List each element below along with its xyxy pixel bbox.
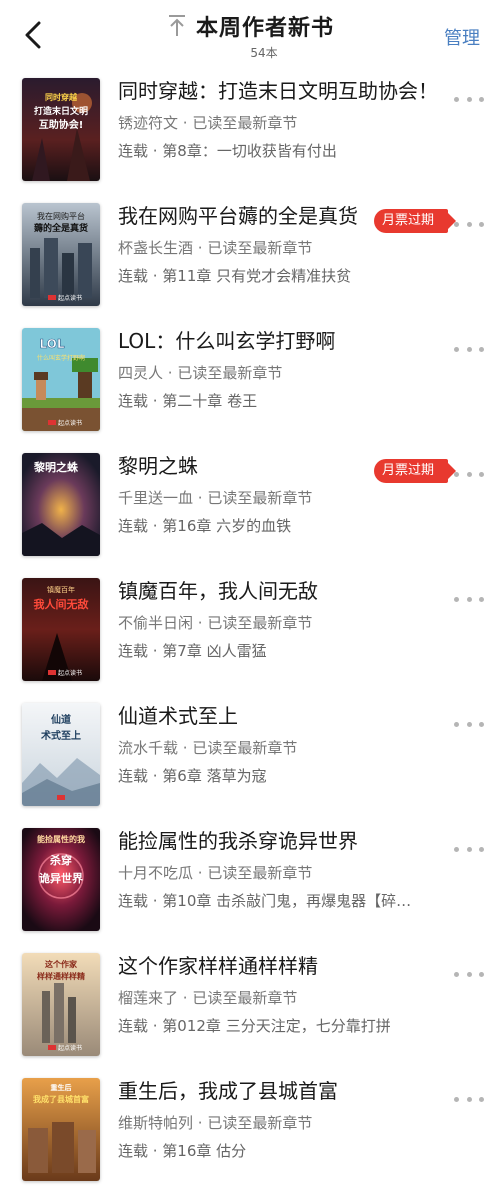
latest-chapter: 连载 · 第11章 只有党才会精准扶贫: [118, 267, 352, 285]
list-item[interactable]: 我在网购平台 薅的全是真货 起点读书 我在网购平台薅的全是真货 杯盏长生酒 · …: [0, 195, 500, 320]
svg-text:起点读书: 起点读书: [58, 669, 82, 677]
list-item[interactable]: 能捡属性的我 杀穿 诡异世界 能捡属性的我杀穿诡异世界 十月不吃瓜 · 已读至最…: [0, 820, 500, 945]
more-options-icon[interactable]: [454, 592, 484, 606]
book-cover[interactable]: LOL 什么叫玄学打野啊 起点读书: [22, 328, 100, 431]
book-author-progress: 杯盏长生酒 · 已读至最新章节: [118, 239, 313, 257]
book-list: 同时穿越 打造末日文明 互助协会! 同时穿越：打造末日文明互助协会！ 锈迹符文 …: [0, 70, 500, 1191]
svg-text:镇魔百年: 镇魔百年: [47, 585, 75, 594]
svg-text:能捡属性的我: 能捡属性的我: [37, 834, 85, 844]
page-title: 本周作者新书: [195, 16, 334, 41]
svg-text:我在网购平台: 我在网购平台: [37, 211, 85, 221]
book-author-progress: 不偷半日闲 · 已读至最新章节: [118, 614, 313, 632]
book-cover[interactable]: 黎明之蛛: [22, 453, 100, 556]
book-title[interactable]: 能捡属性的我杀穿诡异世界: [118, 826, 448, 856]
svg-text:杀穿: 杀穿: [50, 853, 72, 867]
svg-text:我成了县城首富: 我成了县城首富: [33, 1094, 89, 1104]
latest-chapter: 连载 · 第7章 凶人雷猛: [118, 642, 267, 660]
book-title[interactable]: 重生后，我成了县城首富: [118, 1076, 448, 1106]
more-options-icon[interactable]: [454, 467, 484, 481]
svg-text:样样通样样精: 样样通样样精: [37, 971, 85, 981]
book-author-progress: 维斯特帕列 · 已读至最新章节: [118, 1114, 313, 1132]
latest-chapter: 连载 · 第10章 击杀敲门鬼，再爆鬼器【碎…: [118, 892, 412, 910]
svg-text:诡异世界: 诡异世界: [39, 871, 83, 885]
more-options-icon[interactable]: [454, 967, 484, 981]
book-title[interactable]: LOL：什么叫玄学打野啊: [118, 326, 448, 356]
book-cover[interactable]: 重生后 我成了县城首富: [22, 1078, 100, 1181]
latest-chapter: 连载 · 第6章 落草为寇: [118, 767, 267, 785]
list-item[interactable]: 仙道 术式至上 仙道术式至上 流水千载 · 已读至最新章节 连载 · 第6章 落…: [0, 695, 500, 820]
svg-text:起点读书: 起点读书: [58, 1044, 82, 1052]
more-options-icon[interactable]: [454, 342, 484, 356]
svg-text:打造末日文明: 打造末日文明: [34, 105, 88, 117]
book-cover[interactable]: 镇魔百年 我人间无敌 起点读书: [22, 578, 100, 681]
book-title[interactable]: 黎明之蛛: [118, 451, 368, 481]
monthly-ticket-expired-badge: 月票过期: [373, 209, 457, 233]
header-bar: 本周作者新书 54本 管理: [0, 0, 500, 70]
svg-text:起点读书: 起点读书: [58, 419, 82, 427]
svg-text:仙道: 仙道: [51, 713, 71, 726]
svg-text:起点读书: 起点读书: [58, 294, 82, 302]
book-title[interactable]: 同时穿越：打造末日文明互助协会！: [118, 76, 448, 106]
monthly-ticket-expired-badge: 月票过期: [373, 459, 457, 483]
list-item[interactable]: 黎明之蛛 黎明之蛛 千里送一血 · 已读至最新章节 连载 · 第16章 六岁的血…: [0, 445, 500, 570]
svg-text:薅的全是真货: 薅的全是真货: [34, 222, 88, 234]
list-item[interactable]: 重生后 我成了县城首富 重生后，我成了县城首富 维斯特帕列 · 已读至最新章节 …: [0, 1070, 500, 1191]
book-author-progress: 十月不吃瓜 · 已读至最新章节: [118, 864, 313, 882]
book-author-progress: 榴莲来了 · 已读至最新章节: [118, 989, 298, 1007]
svg-text:黎明之蛛: 黎明之蛛: [34, 460, 79, 474]
book-title[interactable]: 镇魔百年，我人间无敌: [118, 576, 448, 606]
book-title[interactable]: 我在网购平台薅的全是真货: [118, 201, 368, 231]
svg-text:重生后: 重生后: [51, 1083, 72, 1092]
svg-text:术式至上: 术式至上: [40, 729, 81, 742]
svg-text:LOL: LOL: [39, 337, 64, 351]
more-options-icon[interactable]: [454, 717, 484, 731]
more-options-icon[interactable]: [454, 842, 484, 856]
svg-text:这个作家: 这个作家: [45, 959, 78, 969]
book-author-progress: 四灵人 · 已读至最新章节: [118, 364, 283, 382]
more-options-icon[interactable]: [454, 217, 484, 231]
list-item[interactable]: LOL 什么叫玄学打野啊 起点读书 LOL：什么叫玄学打野啊 四灵人 · 已读至…: [0, 320, 500, 445]
book-cover[interactable]: 仙道 术式至上: [22, 703, 100, 806]
latest-chapter: 连载 · 第8章：一切收获皆有付出: [118, 142, 337, 160]
book-author-progress: 锈迹符文 · 已读至最新章节: [118, 114, 298, 132]
book-cover[interactable]: 同时穿越 打造末日文明 互助协会!: [22, 78, 100, 181]
latest-chapter: 连载 · 第012章 三分天注定，七分靠打拼: [118, 1017, 391, 1035]
book-cover[interactable]: 这个作家 样样通样样精 起点读书: [22, 953, 100, 1056]
svg-text:我人间无敌: 我人间无敌: [34, 597, 89, 611]
manage-button[interactable]: 管理: [444, 24, 480, 50]
arrow-up-to-top-icon[interactable]: [166, 13, 188, 39]
list-item[interactable]: 镇魔百年 我人间无敌 起点读书 镇魔百年，我人间无敌 不偷半日闲 · 已读至最新…: [0, 570, 500, 695]
book-author-progress: 千里送一血 · 已读至最新章节: [118, 489, 313, 507]
svg-text:互助协会!: 互助协会!: [39, 118, 84, 131]
svg-text:什么叫玄学打野啊: 什么叫玄学打野啊: [37, 354, 85, 362]
more-options-icon[interactable]: [454, 92, 484, 106]
latest-chapter: 连载 · 第16章 估分: [118, 1142, 247, 1160]
book-title[interactable]: 这个作家样样通样样精: [118, 951, 448, 981]
svg-text:同时穿越: 同时穿越: [45, 92, 78, 102]
more-options-icon[interactable]: [454, 1092, 484, 1106]
book-cover[interactable]: 能捡属性的我 杀穿 诡异世界: [22, 828, 100, 931]
latest-chapter: 连载 · 第二十章 卷王: [118, 392, 258, 410]
book-cover[interactable]: 我在网购平台 薅的全是真货 起点读书: [22, 203, 100, 306]
book-title[interactable]: 仙道术式至上: [118, 701, 448, 731]
list-item[interactable]: 这个作家 样样通样样精 起点读书 这个作家样样通样样精 榴莲来了 · 已读至最新…: [0, 945, 500, 1070]
book-author-progress: 流水千载 · 已读至最新章节: [118, 739, 298, 757]
title-area: 本周作者新书 54本: [0, 10, 500, 61]
book-count: 54本: [250, 46, 278, 60]
list-item[interactable]: 同时穿越 打造末日文明 互助协会! 同时穿越：打造末日文明互助协会！ 锈迹符文 …: [0, 70, 500, 195]
latest-chapter: 连载 · 第16章 六岁的血铁: [118, 517, 292, 535]
